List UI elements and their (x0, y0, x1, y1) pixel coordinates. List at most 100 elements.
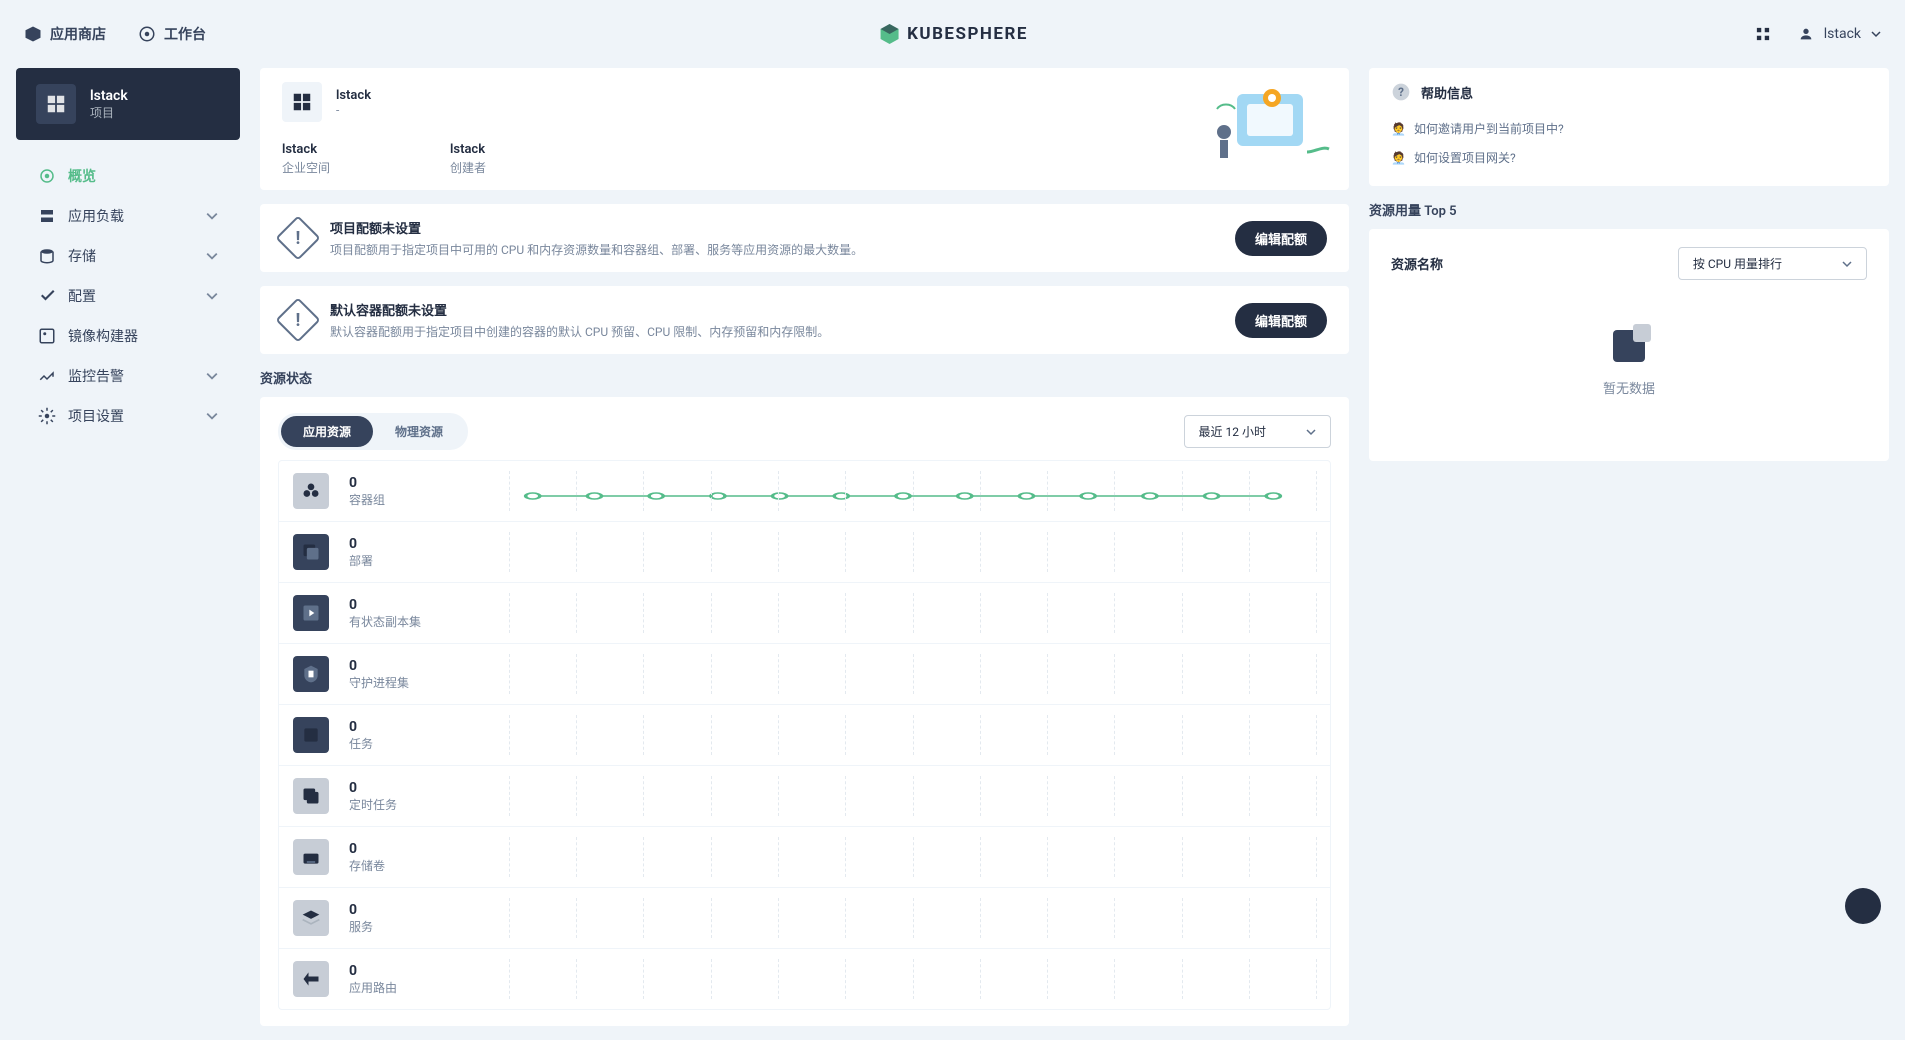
resource-label: 服务 (349, 918, 509, 935)
workspace-value: lstack (282, 142, 330, 157)
help-item-gateway[interactable]: 🧑‍💼 如何设置项目网关? (1391, 143, 1867, 172)
illustration-icon (1197, 74, 1337, 174)
sidebar-item-label: 应用负载 (68, 206, 124, 226)
project-type-label: 项目 (90, 104, 128, 121)
resource-type-icon (293, 778, 329, 814)
resource-sparkline (509, 959, 1316, 999)
overview-icon (38, 167, 56, 185)
resource-sparkline (509, 471, 1316, 511)
project-info-panel: lstack - lstack 企业空间 lstack 创建者 (260, 68, 1349, 190)
resource-type-icon (293, 534, 329, 570)
sidebar-item-workloads[interactable]: 应用负载 (24, 196, 232, 236)
resource-row: 0应用路由 (279, 949, 1330, 1009)
person-icon: 🧑‍💼 (1391, 122, 1406, 136)
chevron-down-icon (206, 410, 218, 422)
nav-workspace[interactable]: 工作台 (138, 24, 206, 44)
tab-app-resources[interactable]: 应用资源 (281, 416, 373, 447)
project-header[interactable]: lstack 项目 (16, 68, 240, 140)
warning-icon: ! (275, 297, 320, 342)
creator-value: lstack (450, 142, 486, 157)
resource-label: 容器组 (349, 491, 509, 508)
chevron-down-icon (1306, 427, 1316, 437)
top5-panel: 资源名称 按 CPU 用量排行 暂无数据 (1369, 229, 1889, 461)
help-item-invite-user[interactable]: 🧑‍💼 如何邀请用户到当前项目中? (1391, 114, 1867, 143)
resource-label: 定时任务 (349, 796, 509, 813)
brand-logo[interactable]: KUBESPHERE (877, 22, 1028, 46)
resource-row: 0有状态副本集 (279, 583, 1330, 644)
resource-count: 0 (349, 719, 509, 735)
monitoring-icon (38, 367, 56, 385)
sidebar-item-config[interactable]: 配置 (24, 276, 232, 316)
resource-row: 0部署 (279, 522, 1330, 583)
resource-sparkline (509, 654, 1316, 694)
top5-sort-select[interactable]: 按 CPU 用量排行 (1678, 247, 1867, 280)
edit-container-quota-button[interactable]: 编辑配额 (1235, 303, 1327, 338)
time-range-select[interactable]: 最近 12 小时 (1184, 415, 1331, 448)
resource-type-icon (293, 656, 329, 692)
resource-row: 0容器组 (279, 461, 1330, 522)
help-title-text: 帮助信息 (1421, 83, 1473, 102)
workspace-icon (138, 25, 156, 43)
sidebar-item-label: 项目设置 (68, 406, 124, 426)
resource-status-title: 资源状态 (260, 368, 1349, 387)
project-card-icon (282, 82, 322, 122)
project-name-text: lstack (336, 88, 371, 103)
resource-count: 0 (349, 597, 509, 613)
resource-sparkline (509, 776, 1316, 816)
project-desc: - (336, 103, 371, 117)
nav-app-store[interactable]: 应用商店 (24, 24, 106, 44)
resource-count: 0 (349, 536, 509, 552)
resource-label: 有状态副本集 (349, 613, 509, 630)
resource-sparkline (509, 532, 1316, 572)
alert-desc: 项目配额用于指定项目中可用的 CPU 和内存资源数量和容器组、部署、服务等应用资… (330, 241, 1219, 258)
chevron-down-icon (1842, 259, 1852, 269)
hammer-icon (1854, 897, 1872, 915)
warning-icon: ! (275, 215, 320, 260)
resource-sparkline (509, 837, 1316, 877)
container-quota-alert-panel: ! 默认容器配额未设置 默认容器配额用于指定项目中创建的容器的默认 CPU 预留… (260, 286, 1349, 354)
resource-sparkline (509, 593, 1316, 633)
resource-sparkline (509, 898, 1316, 938)
resource-tabs: 应用资源 物理资源 (278, 413, 468, 450)
chevron-down-icon (206, 210, 218, 222)
user-menu[interactable]: lstack (1798, 26, 1881, 42)
sidebar-item-overview[interactable]: 概览 (24, 156, 232, 196)
top5-name-label: 资源名称 (1391, 254, 1443, 273)
resource-count: 0 (349, 658, 509, 674)
resource-row: 0服务 (279, 888, 1330, 949)
sidebar-item-label: 镜像构建器 (68, 326, 138, 346)
tab-physical-resources[interactable]: 物理资源 (373, 416, 465, 447)
empty-icon (1613, 330, 1645, 362)
apps-grid-icon[interactable] (1756, 27, 1770, 41)
top5-title: 资源用量 Top 5 (1369, 200, 1889, 219)
resource-status-panel: 应用资源 物理资源 最近 12 小时 0容器组0部署0有状态副本集0守护进程集0… (260, 397, 1349, 1026)
sidebar-item-monitoring[interactable]: 监控告警 (24, 356, 232, 396)
resource-sparkline (509, 715, 1316, 755)
sidebar-item-label: 配置 (68, 286, 96, 306)
resource-label: 存储卷 (349, 857, 509, 874)
creator-label: 创建者 (450, 159, 486, 176)
sidebar-item-storage[interactable]: 存储 (24, 236, 232, 276)
store-icon (24, 25, 42, 43)
chevron-down-icon (206, 290, 218, 302)
alert-title: 默认容器配额未设置 (330, 300, 1219, 319)
sidebar-item-settings[interactable]: 项目设置 (24, 396, 232, 436)
resource-type-icon (293, 717, 329, 753)
project-icon (36, 84, 76, 124)
resource-label: 守护进程集 (349, 674, 509, 691)
app-header: 应用商店 工作台 KUBESPHERE lstack (0, 0, 1905, 68)
help-panel: ? 帮助信息 🧑‍💼 如何邀请用户到当前项目中? 🧑‍💼 如何设置项目网关? (1369, 68, 1889, 186)
user-icon (1798, 26, 1814, 42)
project-name: lstack (90, 88, 128, 104)
sidebar-item-label: 监控告警 (68, 366, 124, 386)
resource-row: 0守护进程集 (279, 644, 1330, 705)
workspace-label: 企业空间 (282, 159, 330, 176)
resource-type-icon (293, 595, 329, 631)
sidebar-item-image-builder[interactable]: 镜像构建器 (24, 316, 232, 356)
resource-label: 任务 (349, 735, 509, 752)
tools-fab[interactable] (1845, 888, 1881, 924)
image-icon (38, 327, 56, 345)
edit-quota-button[interactable]: 编辑配额 (1235, 221, 1327, 256)
resource-type-icon (293, 961, 329, 997)
resource-type-icon (293, 473, 329, 509)
